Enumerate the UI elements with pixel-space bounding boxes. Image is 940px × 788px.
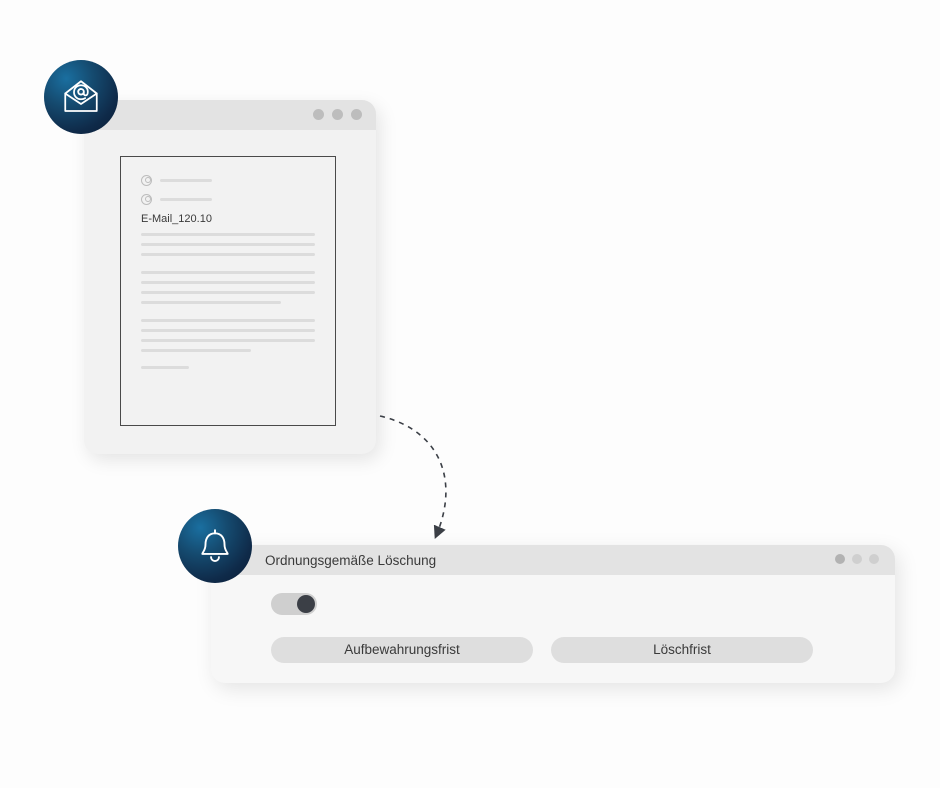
document-subject: E-Mail_120.10 <box>141 213 315 225</box>
flow-arrow <box>370 410 466 550</box>
window-control-dots <box>835 554 879 564</box>
bell-badge <box>178 509 252 583</box>
deletion-panel-title: Ordnungsgemäße Löschung <box>265 553 436 568</box>
placeholder-line <box>141 253 315 256</box>
document-body <box>141 233 315 369</box>
email-at-envelope-icon <box>60 76 102 118</box>
window-dot <box>313 109 324 120</box>
window-control-dots <box>313 109 362 120</box>
person-icon <box>141 175 152 186</box>
placeholder-line <box>141 233 315 236</box>
placeholder-line <box>141 329 315 332</box>
window-dot <box>852 554 862 564</box>
placeholder-line <box>141 301 281 304</box>
placeholder-line <box>141 243 315 246</box>
placeholder-line <box>141 281 315 284</box>
deletion-panel: Ordnungsgemäße Löschung Aufbewahrungsfri… <box>211 545 895 683</box>
email-window-titlebar <box>84 100 376 130</box>
bell-icon <box>196 527 234 565</box>
deletion-panel-body: Aufbewahrungsfrist Löschfrist <box>211 575 895 663</box>
window-dot <box>835 554 845 564</box>
placeholder-line <box>141 366 189 369</box>
placeholder-line <box>160 179 212 182</box>
window-dot <box>351 109 362 120</box>
email-document-sheet: E-Mail_120.10 <box>120 156 336 426</box>
window-dot <box>869 554 879 564</box>
placeholder-line <box>141 339 315 342</box>
person-icon <box>141 194 152 205</box>
toggle-knob <box>297 595 315 613</box>
document-sender-row <box>141 175 315 186</box>
placeholder-line <box>141 319 315 322</box>
email-window: E-Mail_120.10 <box>84 100 376 454</box>
deletion-toggle[interactable] <box>271 593 317 615</box>
retention-period-button[interactable]: Aufbewahrungsfrist <box>271 637 533 663</box>
placeholder-line <box>141 349 251 352</box>
document-recipient-row <box>141 194 315 205</box>
placeholder-line <box>141 271 315 274</box>
window-dot <box>332 109 343 120</box>
email-badge <box>44 60 118 134</box>
deletion-options-row: Aufbewahrungsfrist Löschfrist <box>271 637 877 663</box>
placeholder-line <box>141 291 315 294</box>
deletion-deadline-button[interactable]: Löschfrist <box>551 637 813 663</box>
deletion-panel-titlebar: Ordnungsgemäße Löschung <box>211 545 895 575</box>
placeholder-line <box>160 198 212 201</box>
